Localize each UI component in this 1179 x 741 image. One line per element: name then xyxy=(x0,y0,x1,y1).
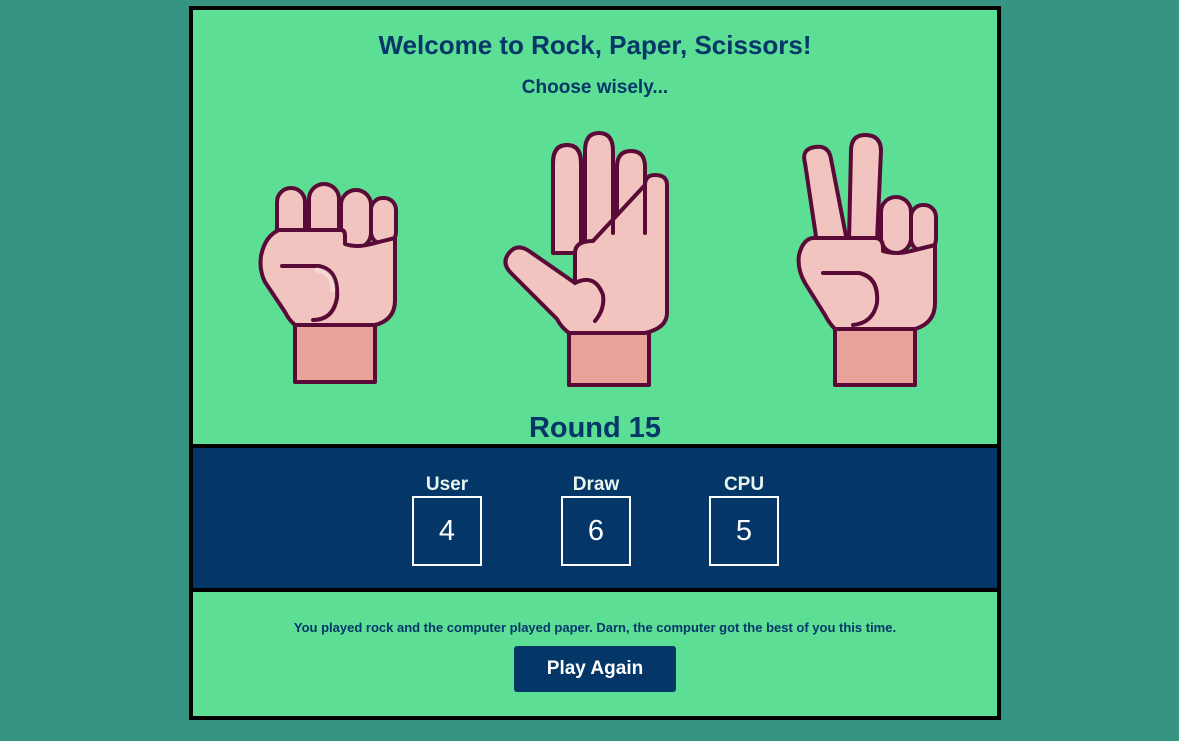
draw-score-value: 6 xyxy=(561,496,631,566)
result-panel: You played rock and the computer played … xyxy=(193,592,997,716)
draw-score: Draw 6 xyxy=(561,474,631,566)
paper-button[interactable] xyxy=(503,123,673,393)
subtitle: Choose wisely... xyxy=(521,77,669,98)
open-hand-icon xyxy=(503,131,669,387)
play-again-button[interactable]: Play Again xyxy=(514,646,676,692)
cpu-score-label: CPU xyxy=(723,474,765,495)
draw-score-label: Draw xyxy=(572,474,620,495)
user-score-value: 4 xyxy=(412,496,482,566)
fist-hand-icon xyxy=(258,182,398,384)
user-score-label: User xyxy=(425,474,469,495)
peace-hand-icon xyxy=(796,133,938,387)
result-message: You played rock and the computer played … xyxy=(293,620,897,635)
scissors-button[interactable] xyxy=(793,123,943,393)
scoreboard: User 4 Draw 6 CPU 5 xyxy=(193,444,997,592)
game-container: Welcome to Rock, Paper, Scissors! Choose… xyxy=(189,6,1001,720)
rock-button[interactable] xyxy=(257,180,402,392)
round-label: Round 15 xyxy=(528,412,662,444)
selection-panel: Welcome to Rock, Paper, Scissors! Choose… xyxy=(193,10,997,444)
user-score: User 4 xyxy=(412,474,482,566)
cpu-score-value: 5 xyxy=(709,496,779,566)
page-title: Welcome to Rock, Paper, Scissors! xyxy=(378,30,812,60)
cpu-score: CPU 5 xyxy=(709,474,779,566)
